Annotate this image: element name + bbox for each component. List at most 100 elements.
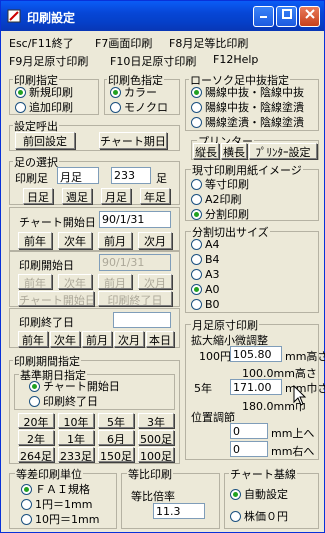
baseline-title: チャート基線	[229, 466, 297, 482]
row5-label: 5年	[194, 382, 212, 395]
radio-b4[interactable]: B4	[191, 253, 220, 266]
radio-color[interactable]: カラー	[110, 84, 157, 100]
print-foot-field[interactable]: 月足	[57, 167, 99, 184]
print-settings-window: 印刷設定 Esc/F11終了 F7画面印刷 F8月足等比印刷 F9月足原寸印刷 …	[0, 0, 325, 533]
title-bar[interactable]: 印刷設定	[1, 1, 324, 31]
period-264-button[interactable]: 264足	[18, 447, 54, 462]
portrait-button[interactable]: 縦長	[193, 143, 219, 159]
period-6m-button[interactable]: 6月	[98, 430, 134, 445]
yearly-button[interactable]: 年足	[140, 188, 170, 204]
period-20y-button[interactable]: 20年	[18, 413, 54, 428]
radio-1yen[interactable]: 1円＝1mm	[21, 496, 92, 512]
mouse-cursor-icon	[293, 385, 307, 406]
foot-title: 足の選択	[13, 154, 59, 170]
menu-f8[interactable]: F8月足等比印刷	[169, 35, 248, 51]
print-end-next-month[interactable]: 次月	[114, 331, 144, 347]
ratio-field[interactable]: 11.3	[153, 503, 205, 519]
radio-equal-print[interactable]: 等寸印刷	[191, 176, 249, 192]
radio-mono[interactable]: モノクロ	[110, 99, 168, 115]
period-233-button[interactable]: 233足	[58, 447, 94, 462]
period-500-button[interactable]: 500足	[138, 430, 174, 445]
minimize-icon	[259, 16, 267, 18]
period-100-button[interactable]: 100足	[138, 447, 174, 462]
radio-a0[interactable]: A0	[191, 283, 220, 296]
period-2y-button[interactable]: 2年	[18, 430, 54, 445]
foot-count-field[interactable]: 233	[111, 167, 151, 184]
radio-basis-print-end[interactable]: 印刷終了日	[29, 393, 98, 409]
maximize-button[interactable]	[276, 6, 297, 27]
print-start-field: 90/1/31	[99, 254, 171, 271]
position-up-unit: mm上へ	[271, 427, 315, 440]
print-end-today[interactable]: 本日	[146, 331, 174, 347]
chart-start-label: チャート開始日	[19, 216, 96, 229]
radio-a3[interactable]: A3	[191, 268, 220, 281]
chart-period-button[interactable]: チャート期日	[99, 132, 167, 149]
print-start-label: 印刷開始日	[19, 259, 74, 272]
foot-count-unit: 足	[156, 172, 167, 185]
radio-a4[interactable]: A4	[191, 238, 220, 251]
radio-candle-3[interactable]: 陽線塗潰・陰線塗潰	[191, 114, 304, 130]
radio-append-print[interactable]: 追加印刷	[15, 99, 73, 115]
menu-f7[interactable]: F7画面印刷	[95, 35, 152, 51]
month-print-title: 月足原寸印刷	[191, 317, 259, 333]
period-10y-button[interactable]: 10年	[58, 413, 94, 428]
radio-candle-1[interactable]: 陽線中抜・陰線中抜	[191, 84, 304, 100]
chart-start-prev-year[interactable]: 前年	[18, 232, 52, 249]
radio-b0[interactable]: B0	[191, 298, 220, 311]
maximize-icon	[281, 9, 292, 19]
row100-label: 100円	[199, 350, 231, 363]
monthly-button[interactable]: 月足	[101, 188, 131, 204]
chart-start-next-year[interactable]: 次年	[58, 232, 92, 249]
daily-button[interactable]: 日足	[23, 188, 53, 204]
ratio-title: 等比印刷	[127, 466, 173, 482]
print-end-label: 印刷終了日	[19, 316, 74, 329]
position-right-unit: mm右へ	[271, 445, 315, 458]
menu-f10[interactable]: F10日足原寸印刷	[110, 53, 196, 69]
menu-f9[interactable]: F9月足原寸印刷	[9, 53, 88, 69]
radio-10yen[interactable]: 10円＝1mm	[21, 511, 99, 527]
chart-start-next-month[interactable]: 次月	[138, 232, 172, 249]
print-end-field[interactable]	[113, 312, 171, 328]
menu-f12[interactable]: F12Help	[213, 53, 258, 66]
print-end-prev-year[interactable]: 前年	[18, 331, 48, 347]
print-start-print-end-button: 印刷終了日	[98, 291, 172, 306]
unit-title: 等差印刷単位	[15, 466, 83, 482]
close-button[interactable]	[299, 6, 320, 27]
radio-candle-2[interactable]: 陽線中抜・陰線塗潰	[191, 99, 304, 115]
period-150-button[interactable]: 150足	[98, 447, 134, 462]
position-label: 位置調節	[191, 411, 235, 424]
print-start-prev-month: 前月	[98, 274, 132, 289]
minimize-button[interactable]	[253, 6, 274, 27]
radio-split-print[interactable]: 分割印刷	[191, 206, 249, 222]
period-1y-button[interactable]: 1年	[58, 430, 94, 445]
radio-zero-baseline[interactable]: 株価０円	[230, 508, 288, 524]
radio-auto-baseline[interactable]: 自動設定	[230, 486, 288, 502]
height-adjust-field[interactable]: 105.80	[230, 346, 282, 362]
radio-a2-print[interactable]: A2印刷	[191, 191, 242, 207]
radio-fai[interactable]: ＦＡＩ規格	[21, 481, 90, 497]
weekly-button[interactable]: 週足	[62, 188, 92, 204]
position-up-field[interactable]: 0	[230, 423, 268, 439]
print-end-next-year[interactable]: 次年	[50, 331, 80, 347]
prev-settings-button[interactable]: 前回設定	[15, 132, 75, 149]
period-3y-button[interactable]: 3年	[138, 413, 174, 428]
radio-basis-chart-start[interactable]: チャート開始日	[29, 378, 120, 394]
print-start-chart-start-button: チャート開始日	[18, 291, 94, 306]
printer-setup-button[interactable]: ﾌﾟﾘﾝﾀｰ設定	[249, 143, 317, 159]
print-start-next-month: 次月	[138, 274, 172, 289]
app-icon	[7, 9, 21, 23]
close-icon	[304, 9, 315, 19]
ratio-label: 等比倍率	[131, 490, 175, 503]
menu-esc-f11[interactable]: Esc/F11終了	[9, 35, 74, 51]
row100-unit: mm高さ	[285, 350, 325, 363]
print-end-prev-month[interactable]: 前月	[82, 331, 112, 347]
print-start-next-year: 次年	[58, 274, 92, 289]
position-right-field[interactable]: 0	[230, 441, 268, 457]
print-start-prev-year: 前年	[18, 274, 52, 289]
landscape-button[interactable]: 横長	[221, 143, 247, 159]
radio-new-print[interactable]: 新規印刷	[15, 84, 73, 100]
chart-start-field[interactable]: 90/1/31	[99, 211, 171, 228]
chart-start-prev-month[interactable]: 前月	[98, 232, 132, 249]
period-5y-button[interactable]: 5年	[98, 413, 134, 428]
width-adjust-field[interactable]: 171.00	[230, 379, 282, 395]
